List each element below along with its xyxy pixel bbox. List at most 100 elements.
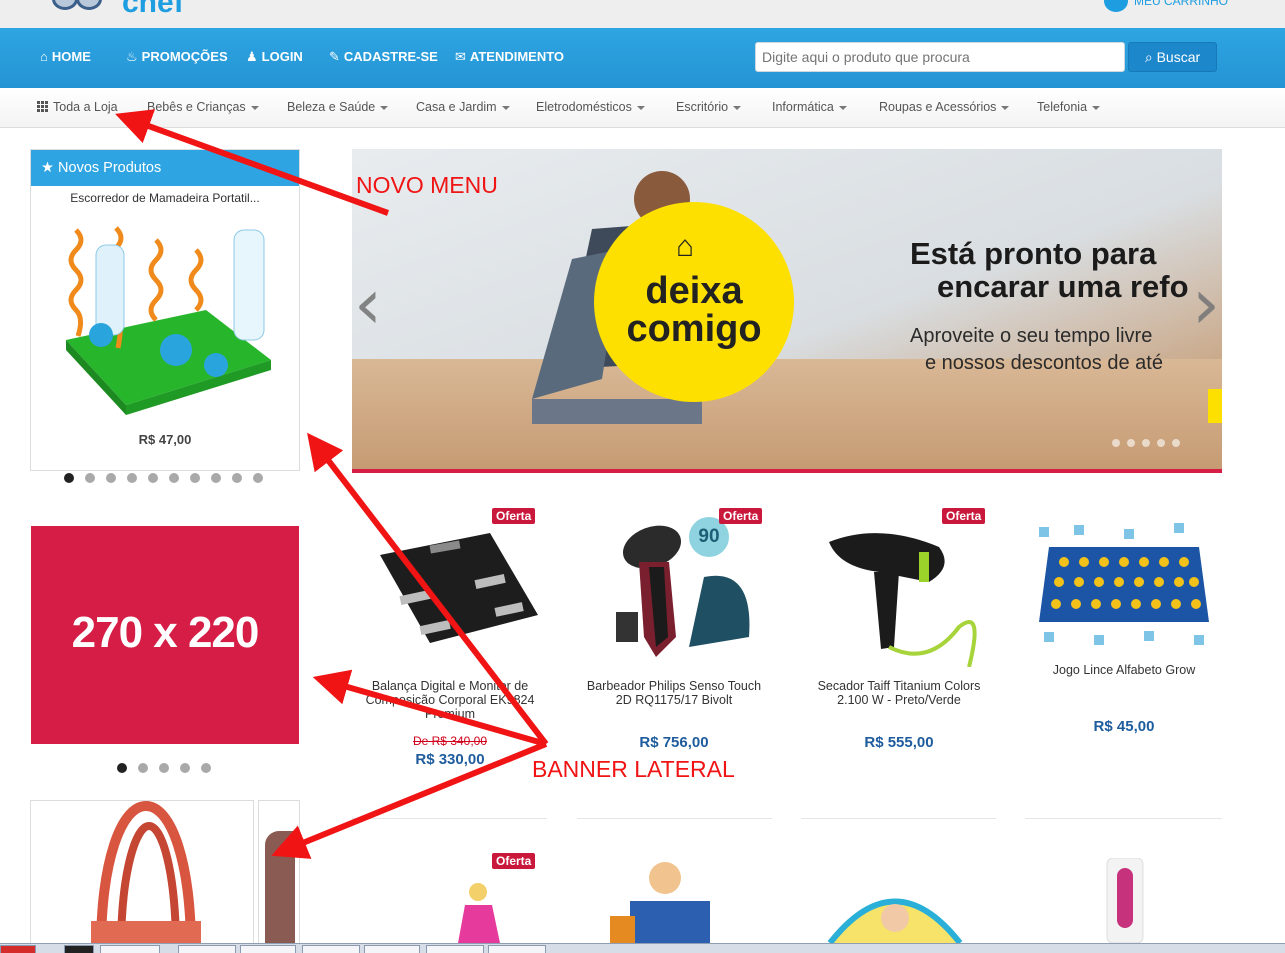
caret-down-icon bbox=[250, 105, 259, 110]
hero-headline-line: encarar uma refo bbox=[937, 269, 1189, 304]
nav-cadastre[interactable]: ✎ CADASTRE-SE bbox=[329, 28, 438, 88]
pager-dot[interactable] bbox=[138, 763, 148, 773]
category-eletrodomesticos[interactable]: Eletrodomésticos bbox=[536, 88, 645, 128]
side-banner[interactable]: 270 x 220 bbox=[31, 526, 299, 744]
product-image bbox=[829, 533, 977, 667]
chevron-right-icon[interactable]: › bbox=[1192, 269, 1220, 339]
pager-dot[interactable] bbox=[127, 473, 137, 483]
product-name[interactable]: Secador Taiff Titanium Colors 2.100 W - … bbox=[799, 679, 999, 707]
pager-dot[interactable] bbox=[1157, 439, 1165, 447]
nav-promocoes[interactable]: ♨ PROMOÇÕES bbox=[126, 28, 228, 88]
pager-dot[interactable] bbox=[169, 473, 179, 483]
pager-dot[interactable] bbox=[1142, 439, 1150, 447]
doll-toy-image[interactable] bbox=[440, 880, 520, 943]
taskbar-app[interactable] bbox=[488, 945, 546, 953]
product-price: R$ 555,00 bbox=[864, 734, 934, 751]
bag-product-card[interactable] bbox=[30, 800, 254, 950]
product-name-line: 2D RQ1175/17 Bivolt bbox=[615, 693, 733, 707]
pager-dot[interactable] bbox=[190, 473, 200, 483]
pager-dot[interactable] bbox=[253, 473, 263, 483]
product-title[interactable]: Escorredor de Mamadeira Portatil... bbox=[31, 191, 299, 205]
product-card[interactable]: 90 Oferta Barbeador Philips Senso Touch … bbox=[574, 505, 774, 795]
grid-icon bbox=[37, 101, 48, 112]
taskbar-app[interactable] bbox=[240, 945, 296, 953]
product-name-line: Jogo Lince Alfabeto Grow bbox=[1052, 663, 1196, 677]
main-navbar: ⌂ HOME ♨ PROMOÇÕES ♟ LOGIN ✎ CADASTRE-SE ✉ AT… bbox=[0, 28, 1285, 88]
taskbar-app[interactable] bbox=[178, 945, 236, 953]
hero-headline-line: Está pronto para bbox=[910, 236, 1157, 271]
bag-product-card[interactable] bbox=[258, 800, 300, 950]
taskbar-app[interactable] bbox=[426, 945, 484, 953]
nav-atendimento[interactable]: ✉ ATENDIMENTO bbox=[455, 28, 564, 88]
start-button[interactable] bbox=[0, 945, 36, 953]
nav-cadastre-label: CADASTRE-SE bbox=[343, 49, 438, 64]
nav-home[interactable]: ⌂ HOME bbox=[40, 28, 91, 88]
category-casa[interactable]: Casa e Jardim bbox=[416, 88, 510, 128]
pager-dot[interactable] bbox=[232, 473, 242, 483]
baby-gym-image[interactable] bbox=[825, 880, 965, 943]
pager-dot[interactable] bbox=[1112, 439, 1120, 447]
hero-accent bbox=[1208, 389, 1222, 423]
hero-badge-line: comigo bbox=[626, 308, 762, 350]
product-card[interactable]: Oferta Balança Digital e Monitor de Comp… bbox=[350, 505, 550, 795]
taskbar-app[interactable] bbox=[302, 945, 360, 953]
pager-dot[interactable] bbox=[85, 473, 95, 483]
taskbar-app[interactable] bbox=[64, 945, 94, 953]
category-label: Beleza e Saúde bbox=[287, 100, 376, 114]
row-divider bbox=[352, 818, 547, 819]
category-label: Escritório bbox=[676, 100, 729, 114]
nav-login[interactable]: ♟ LOGIN bbox=[246, 28, 303, 88]
row-divider bbox=[801, 818, 996, 819]
category-beleza[interactable]: Beleza e Saúde bbox=[287, 88, 389, 128]
product-price: R$ 47,00 bbox=[138, 432, 192, 447]
pager-dot[interactable] bbox=[159, 763, 169, 773]
category-escritorio[interactable]: Escritório bbox=[676, 88, 742, 128]
hero-headline: Está pronto para encarar uma refo bbox=[910, 237, 1222, 303]
caret-down-icon bbox=[636, 105, 645, 110]
search-input[interactable] bbox=[755, 42, 1125, 72]
category-toda-a-loja[interactable]: Toda a Loja bbox=[37, 88, 118, 128]
pager-dot[interactable] bbox=[64, 473, 74, 483]
hero-sub-line: e nossos descontos de até bbox=[925, 352, 1163, 374]
product-name[interactable]: Barbeador Philips Senso Touch 2D RQ1175/… bbox=[574, 679, 774, 707]
category-bebes[interactable]: Bebês e Crianças bbox=[147, 88, 259, 128]
taskbar-app[interactable] bbox=[100, 945, 160, 953]
logo-text[interactable]: chef bbox=[122, 0, 184, 20]
handbag-image bbox=[265, 831, 295, 949]
category-telefonia[interactable]: Telefonia bbox=[1037, 88, 1101, 128]
pager-dot[interactable] bbox=[180, 763, 190, 773]
logo-eye-icon bbox=[76, 0, 102, 10]
taskbar-app[interactable] bbox=[364, 945, 420, 953]
category-menu: Toda a Loja Bebês e Crianças Beleza e Sa… bbox=[0, 88, 1285, 128]
pager-dot[interactable] bbox=[106, 473, 116, 483]
hero-badge: ⌂ deixa comigo bbox=[594, 202, 794, 402]
hairbrush-image[interactable] bbox=[1095, 858, 1155, 943]
product-card[interactable]: Oferta Secador Taiff Titanium Colors 2.1… bbox=[799, 505, 999, 795]
chevron-left-icon[interactable]: ‹ bbox=[354, 269, 382, 339]
pager-dot[interactable] bbox=[211, 473, 221, 483]
category-label: Eletrodomésticos bbox=[536, 100, 632, 114]
product-name[interactable]: Jogo Lince Alfabeto Grow bbox=[1024, 663, 1224, 677]
product-image[interactable] bbox=[56, 220, 281, 420]
pager-dot[interactable] bbox=[1127, 439, 1135, 447]
category-informatica[interactable]: Informática bbox=[772, 88, 847, 128]
product-image bbox=[380, 533, 538, 643]
product-name[interactable]: Balança Digital e Monitor de Composição … bbox=[350, 679, 550, 721]
caret-down-icon bbox=[733, 105, 742, 110]
cart-link[interactable]: MEU CARRINHO bbox=[1134, 0, 1228, 8]
product-card[interactable]: Jogo Lince Alfabeto Grow R$ 45,00 bbox=[1024, 505, 1224, 795]
category-roupas[interactable]: Roupas e Acessórios bbox=[879, 88, 1010, 128]
product-name-line: Composição Corporal EK9824 bbox=[365, 693, 535, 707]
search-button[interactable]: ⌕ Buscar bbox=[1128, 42, 1217, 72]
hero-pager bbox=[1112, 439, 1180, 447]
cart-icon[interactable] bbox=[1104, 0, 1128, 12]
caret-down-icon bbox=[838, 105, 847, 110]
playset-toy-image[interactable] bbox=[600, 856, 730, 943]
pager-dot[interactable] bbox=[148, 473, 158, 483]
pager-dot[interactable] bbox=[117, 763, 127, 773]
pager-dot[interactable] bbox=[201, 763, 211, 773]
product-price: R$ 45,00 bbox=[1093, 718, 1155, 735]
pager-dot[interactable] bbox=[1172, 439, 1180, 447]
product-image bbox=[1039, 523, 1209, 645]
search-button-label: Buscar bbox=[1156, 49, 1201, 65]
